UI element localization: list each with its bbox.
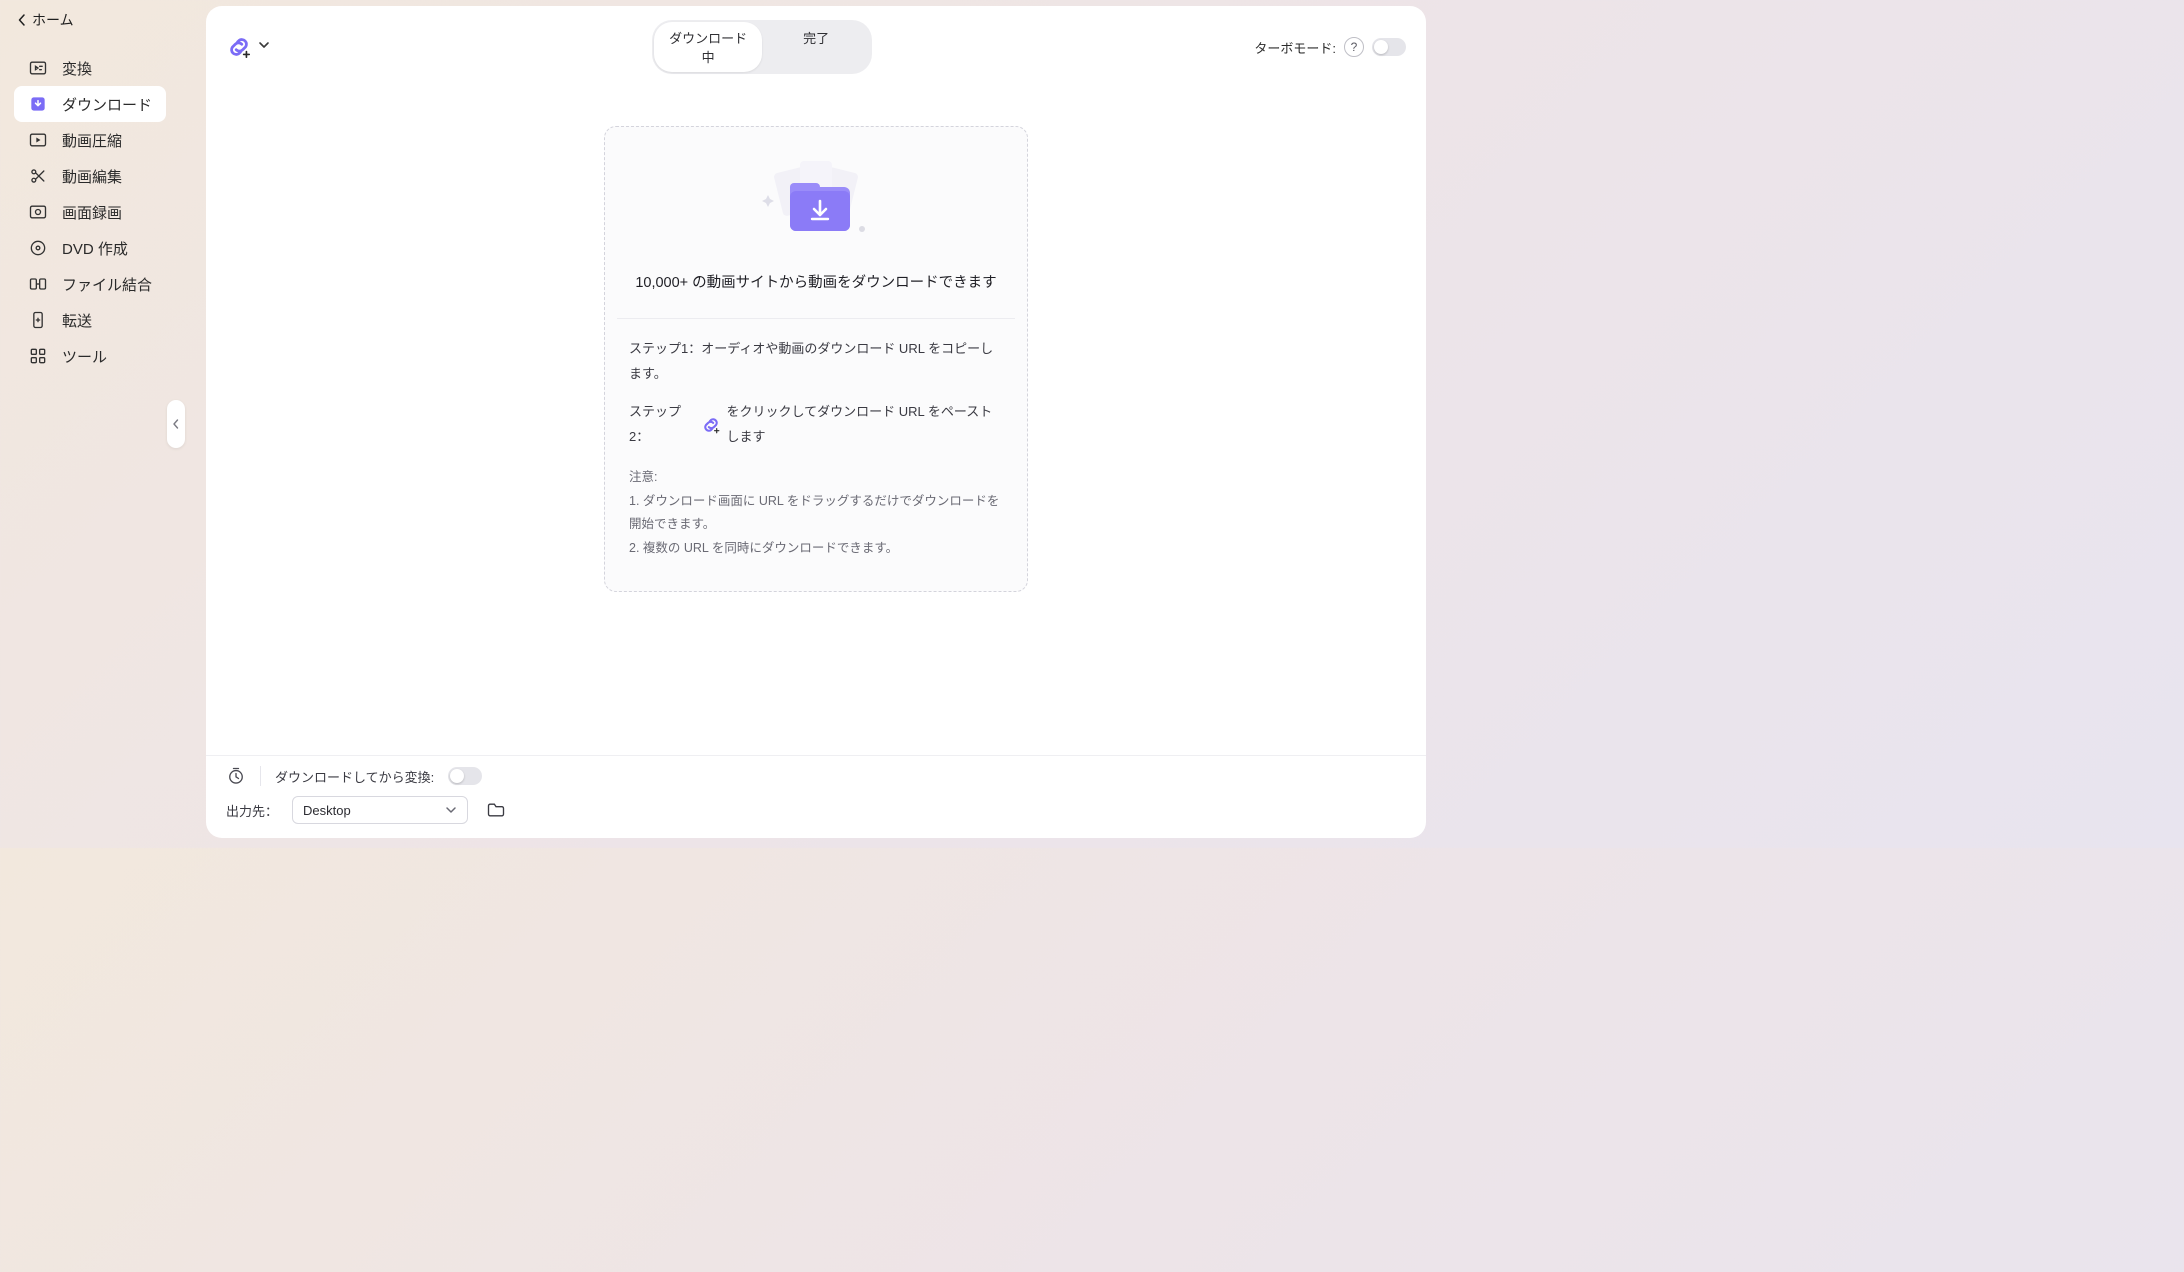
step2-prefix: ステップ2： — [629, 400, 695, 449]
scissors-icon — [28, 166, 48, 186]
sidebar-item-tools[interactable]: ツール — [14, 338, 166, 374]
record-icon — [28, 202, 48, 222]
sidebar-item-label: 変換 — [62, 58, 92, 79]
turbo-mode-toggle[interactable] — [1372, 38, 1406, 56]
content-area: 10,000+ の動画サイトから動画をダウンロードできます ステップ1：オーディ… — [206, 88, 1426, 755]
home-back-link[interactable]: ホーム — [0, 0, 176, 40]
output-folder-value: Desktop — [303, 803, 351, 818]
sidebar: ホーム 変換 ダウンロード 動画圧縮 動画編集 — [0, 0, 176, 848]
sidebar-item-label: ツール — [62, 346, 107, 367]
dropzone-illustration — [625, 153, 1007, 253]
topbar: ダウンロード中 完了 ターボモード: ? — [206, 6, 1426, 88]
clock-icon[interactable] — [226, 766, 246, 786]
add-url-button[interactable] — [226, 34, 270, 60]
convert-icon — [28, 58, 48, 78]
sidebar-item-download[interactable]: ダウンロード — [14, 86, 166, 122]
sidebar-item-label: 動画編集 — [62, 166, 122, 187]
tab-done[interactable]: 完了 — [762, 22, 870, 72]
main-area: ダウンロード中 完了 ターボモード: ? — [176, 0, 1456, 848]
sidebar-item-label: ダウンロード — [62, 94, 152, 115]
home-label: ホーム — [32, 10, 74, 30]
turbo-label: ターボモード: — [1254, 38, 1336, 57]
sidebar-nav: 変換 ダウンロード 動画圧縮 動画編集 画面録画 — [0, 40, 176, 374]
note1-text: 1. ダウンロード画面に URL をドラッグするだけでダウンロードを開始できます… — [629, 490, 1003, 538]
turbo-mode-section: ターボモード: ? — [1254, 37, 1406, 57]
chevron-left-icon — [172, 419, 180, 429]
sidebar-item-dvd[interactable]: DVD 作成 — [14, 230, 166, 266]
compress-icon — [28, 130, 48, 150]
output-label: 出力先： — [226, 801, 278, 820]
chevron-down-icon — [445, 804, 457, 816]
open-folder-button[interactable] — [482, 796, 510, 824]
sidebar-item-edit[interactable]: 動画編集 — [14, 158, 166, 194]
dropzone-headline: 10,000+ の動画サイトから動画をダウンロードできます — [625, 271, 1007, 292]
main-panel: ダウンロード中 完了 ターボモード: ? — [206, 6, 1426, 838]
sidebar-item-compress[interactable]: 動画圧縮 — [14, 122, 166, 158]
sidebar-item-label: DVD 作成 — [62, 238, 128, 259]
sidebar-item-record[interactable]: 画面録画 — [14, 194, 166, 230]
tab-downloading[interactable]: ダウンロード中 — [654, 22, 762, 72]
chevron-left-icon — [18, 14, 26, 26]
folder-icon — [486, 800, 506, 820]
tools-icon — [28, 346, 48, 366]
sidebar-item-label: ファイル結合 — [62, 274, 152, 295]
link-plus-icon — [226, 34, 252, 60]
note2-text: 2. 複数の URL を同時にダウンロードできます。 — [629, 537, 1003, 561]
divider — [617, 318, 1015, 319]
sidebar-item-label: 転送 — [62, 310, 92, 331]
merge-icon — [28, 274, 48, 294]
chevron-down-icon — [258, 38, 270, 56]
sidebar-item-convert[interactable]: 変換 — [14, 50, 166, 86]
dropzone-steps: ステップ1：オーディオや動画のダウンロード URL をコピーします。 ステップ2… — [625, 337, 1007, 561]
convert-after-label: ダウンロードしてから変換: — [275, 767, 434, 786]
sidebar-item-label: 画面録画 — [62, 202, 122, 223]
step1-text: ステップ1：オーディオや動画のダウンロード URL をコピーします。 — [629, 337, 1003, 386]
help-icon[interactable]: ? — [1344, 37, 1364, 57]
tab-group: ダウンロード中 完了 — [652, 20, 872, 74]
note-title: 注意: — [629, 466, 1003, 490]
disc-icon — [28, 238, 48, 258]
footer: ダウンロードしてから変換: 出力先： Desktop — [206, 755, 1426, 838]
sidebar-collapse-handle[interactable] — [167, 400, 185, 448]
sidebar-item-label: 動画圧縮 — [62, 130, 122, 151]
sidebar-item-transfer[interactable]: 転送 — [14, 302, 166, 338]
link-plus-icon — [701, 415, 721, 435]
divider — [260, 766, 261, 786]
convert-after-toggle[interactable] — [448, 767, 482, 785]
transfer-icon — [28, 310, 48, 330]
step2-suffix: をクリックしてダウンロード URL をペーストします — [727, 400, 1003, 449]
output-folder-select[interactable]: Desktop — [292, 796, 468, 824]
dropzone[interactable]: 10,000+ の動画サイトから動画をダウンロードできます ステップ1：オーディ… — [604, 126, 1028, 592]
sidebar-item-merge[interactable]: ファイル結合 — [14, 266, 166, 302]
download-icon — [28, 94, 48, 114]
